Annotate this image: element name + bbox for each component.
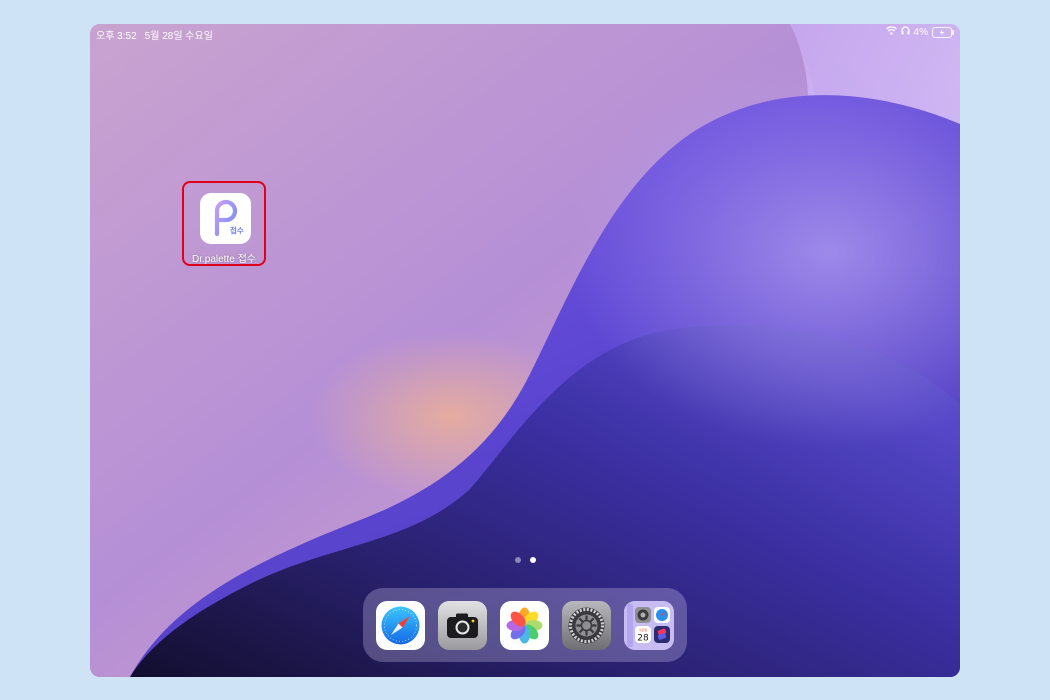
dr-palette-app-icon[interactable]: 접수	[200, 193, 251, 244]
status-bar: 오후 3:52 5월 28일 수요일 4%	[90, 24, 960, 42]
dr-palette-app-label[interactable]: Dr.palette 접수	[184, 250, 264, 265]
page-dot-2[interactable]	[530, 557, 536, 563]
dock-app-photos[interactable]	[500, 601, 549, 650]
calendar-weekday: 수요일	[639, 627, 648, 632]
settings-icon	[562, 601, 611, 650]
battery-percent: 4%	[913, 26, 928, 38]
dock-app-safari[interactable]	[376, 601, 425, 650]
ipad-screen: 오후 3:52 5월 28일 수요일 4% 접수 Dr.palette 접수 수…	[90, 24, 960, 677]
wallpaper	[90, 24, 960, 677]
battery-icon	[932, 26, 954, 38]
dock-app-camera[interactable]	[438, 601, 487, 650]
calendar-day: 28	[637, 634, 649, 644]
dock: 수요일 28	[363, 588, 687, 662]
dr-palette-icon-text: 접수	[230, 225, 244, 235]
status-time: 오후 3:52	[96, 31, 137, 42]
status-date: 5월 28일 수요일	[144, 31, 213, 42]
dr-palette-icon: 접수	[214, 199, 244, 237]
app-library-icon: 수요일 28	[624, 601, 674, 650]
page-dot-1[interactable]	[515, 557, 521, 563]
page-indicator[interactable]	[515, 557, 536, 563]
safari-icon	[376, 601, 425, 650]
photos-icon	[500, 601, 549, 650]
dock-app-library[interactable]: 수요일 28	[624, 601, 674, 650]
wifi-icon	[885, 26, 897, 38]
camera-icon	[438, 601, 487, 650]
dock-app-settings[interactable]	[562, 601, 611, 650]
headphones-icon	[900, 26, 910, 38]
